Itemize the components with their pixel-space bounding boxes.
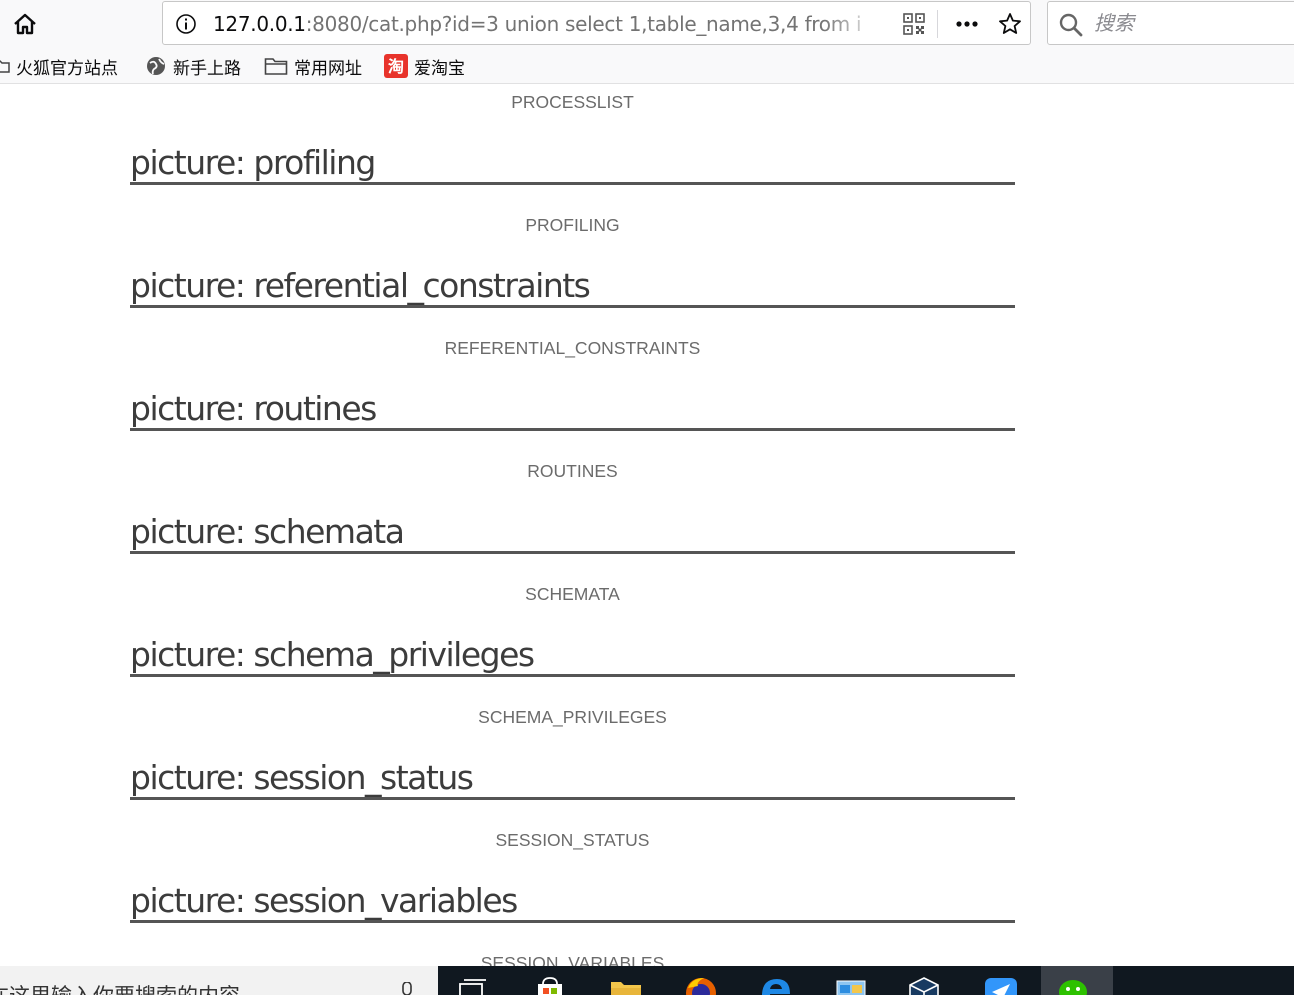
taskbar-active-app[interactable] xyxy=(1041,966,1113,995)
picture-heading[interactable]: picture: referential_constraints xyxy=(130,265,1015,308)
wechat-icon xyxy=(1059,980,1087,995)
picture-heading[interactable]: picture: session_variables xyxy=(130,880,1015,923)
control-panel-icon[interactable] xyxy=(834,976,868,995)
url-bar-separator xyxy=(937,10,938,38)
page-actions-menu-icon[interactable] xyxy=(953,12,981,36)
table-caption: SESSION_VARIABLES xyxy=(480,953,665,966)
picture-heading[interactable]: picture: schema_privileges xyxy=(130,634,1015,677)
search-bar[interactable] xyxy=(1047,1,1294,45)
table-caption: PROCESSLIST xyxy=(511,92,634,112)
bookmark-label: 新手上路 xyxy=(173,58,241,79)
microphone-icon[interactable] xyxy=(400,982,414,995)
globe-icon xyxy=(147,57,165,75)
taskbar-search-box[interactable]: 在这里输入你要搜索的内容 xyxy=(0,966,438,995)
taobao-icon: 淘 xyxy=(384,54,408,78)
url-text[interactable]: 127.0.0.1:8080/cat.php?id=3 union select… xyxy=(213,11,873,37)
search-icon xyxy=(1059,13,1083,37)
bookmark-label: 火狐官方站点 xyxy=(16,58,118,79)
home-button[interactable] xyxy=(8,8,42,40)
folder-icon xyxy=(264,58,288,75)
qr-code-icon[interactable] xyxy=(903,13,925,35)
table-caption: PROFILING xyxy=(525,215,620,235)
url-bar[interactable]: 127.0.0.1:8080/cat.php?id=3 union select… xyxy=(162,1,1031,45)
picture-heading[interactable]: picture: session_status xyxy=(130,757,1015,800)
edge-icon[interactable] xyxy=(759,976,793,995)
bookmarks-toolbar: 火狐官方站点 新手上路 常用网址 淘 爱淘宝 xyxy=(0,50,1294,84)
task-view-icon[interactable] xyxy=(456,976,490,995)
store-icon[interactable] xyxy=(533,976,567,995)
page-content: PROCESSLIST picture: profiling PROFILING… xyxy=(0,84,1294,966)
file-explorer-icon[interactable] xyxy=(609,976,643,995)
url-path: :8080/cat.php?id=3 union select 1,table_… xyxy=(305,12,862,36)
picture-heading-text: picture: referential_constraints xyxy=(130,266,591,305)
url-fade-overlay xyxy=(823,8,883,38)
table-caption: SCHEMA_PRIVILEGES xyxy=(478,707,667,727)
bookmark-common-sites[interactable]: 常用网址 xyxy=(264,54,362,79)
picture-heading-text: picture: profiling xyxy=(130,143,376,182)
bookmark-star-icon[interactable] xyxy=(998,12,1022,36)
url-host: 127.0.0.1 xyxy=(213,12,306,36)
home-icon xyxy=(14,13,36,35)
picture-heading-text: picture: schemata xyxy=(130,512,405,551)
picture-heading[interactable]: picture: profiling xyxy=(130,142,1015,185)
table-caption: ROUTINES xyxy=(527,461,618,481)
bookmark-firefox-official[interactable]: 火狐官方站点 xyxy=(0,54,118,79)
svg-text:淘: 淘 xyxy=(388,57,404,76)
windows-taskbar: 在这里输入你要搜索的内容 xyxy=(0,966,1294,995)
site-info-icon[interactable] xyxy=(175,13,197,35)
picture-heading-text: picture: session_status xyxy=(130,758,474,797)
firefox-icon[interactable] xyxy=(684,976,718,995)
table-caption: REFERENTIAL_CONSTRAINTS xyxy=(444,338,701,358)
search-input[interactable] xyxy=(1094,8,1294,38)
dingtalk-icon[interactable] xyxy=(984,976,1018,995)
folder-icon xyxy=(0,60,10,73)
bookmark-label: 常用网址 xyxy=(294,58,362,79)
navigation-toolbar: 127.0.0.1:8080/cat.php?id=3 union select… xyxy=(0,0,1294,50)
picture-heading-text: picture: session_variables xyxy=(130,881,518,920)
picture-heading-text: picture: routines xyxy=(130,389,377,428)
taskbar-search-text: 在这里输入你要搜索的内容 xyxy=(0,980,240,995)
bookmark-ai-taobao[interactable]: 淘 爱淘宝 xyxy=(384,54,465,79)
picture-heading-text: picture: schema_privileges xyxy=(130,635,535,674)
picture-heading[interactable]: picture: schemata xyxy=(130,511,1015,554)
bookmark-getting-started[interactable]: 新手上路 xyxy=(145,54,241,79)
table-caption: SESSION_STATUS xyxy=(495,830,650,850)
picture-heading[interactable]: picture: routines xyxy=(130,388,1015,431)
bookmark-label: 爱淘宝 xyxy=(414,58,465,79)
virtualbox-icon[interactable] xyxy=(907,976,941,995)
table-caption: SCHEMATA xyxy=(525,584,620,604)
